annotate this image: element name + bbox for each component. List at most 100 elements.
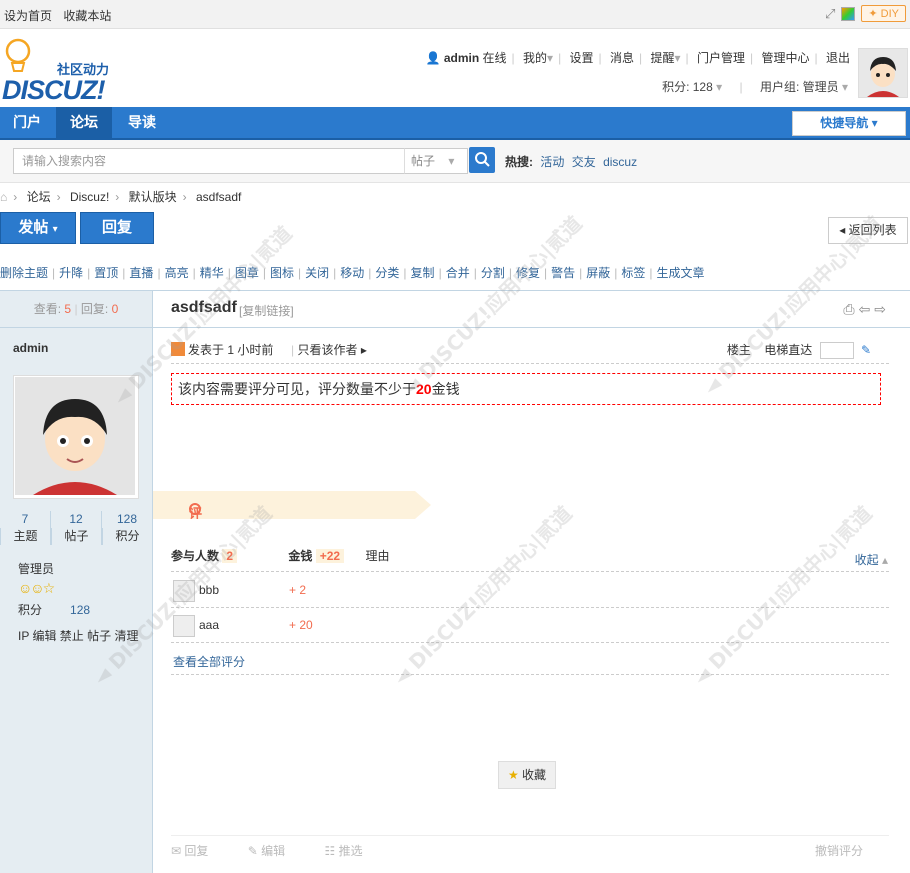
- reply-label: 回复: [184, 844, 209, 858]
- diy-label: DIY: [880, 8, 899, 20]
- separator: |: [52, 266, 56, 280]
- mod-action-link[interactable]: 高亮: [165, 266, 189, 280]
- prev-thread-icon[interactable]: ⇦: [859, 301, 875, 317]
- diy-button[interactable]: ✦ DIY: [861, 5, 906, 22]
- lightbulb-icon: [5, 38, 31, 72]
- separator: |: [122, 266, 126, 280]
- site-logo[interactable]: 社区动力 DISCUZ!: [2, 37, 142, 107]
- settings-link[interactable]: 设置: [570, 51, 594, 65]
- avatar[interactable]: [858, 48, 908, 98]
- rater-avatar[interactable]: [173, 580, 195, 602]
- mod-action-link[interactable]: 合并: [446, 266, 470, 280]
- style-icon[interactable]: [841, 6, 856, 21]
- reply-action[interactable]: ✉ 回复: [171, 844, 226, 858]
- stat-posts[interactable]: 12 帖子: [50, 511, 101, 545]
- collapse-rating-link[interactable]: 收起 ▴: [855, 551, 888, 568]
- mod-action-link[interactable]: 警告: [551, 266, 575, 280]
- thread-title: asdfsadf: [171, 299, 237, 316]
- breadcrumb-item[interactable]: asdfsadf: [196, 190, 241, 204]
- stat-threads[interactable]: 7 主题: [0, 511, 50, 545]
- stat-value: 7: [21, 512, 29, 526]
- fullscreen-icon[interactable]: ⤢: [825, 6, 835, 22]
- favorite-button[interactable]: ★ 收藏: [498, 761, 556, 789]
- floor-jump-input[interactable]: [819, 342, 854, 360]
- mod-action-link[interactable]: 分类: [375, 266, 399, 280]
- mod-action-link[interactable]: 置顶: [94, 266, 118, 280]
- only-author-link[interactable]: | 只看该作者 ▸: [291, 341, 367, 358]
- stat-points[interactable]: 128 积分: [101, 511, 152, 545]
- mod-action-link[interactable]: 分割: [481, 266, 505, 280]
- view-all-ratings-link[interactable]: 查看全部评分: [173, 653, 245, 670]
- edit-label: 编辑: [261, 844, 286, 858]
- reminders-menu[interactable]: 提醒: [651, 51, 675, 65]
- bookmark-link[interactable]: 收藏本站: [63, 9, 111, 23]
- quick-nav-label: 快捷导航: [820, 116, 869, 130]
- mod-action-link[interactable]: 图章: [235, 266, 259, 280]
- breadcrumb-item[interactable]: 默认版块: [129, 190, 177, 204]
- mod-action-link[interactable]: 复制: [411, 266, 435, 280]
- mod-action-link[interactable]: 修复: [516, 266, 540, 280]
- quick-nav-button[interactable]: 快捷导航 ▾: [792, 111, 906, 136]
- next-thread-icon[interactable]: ⇨: [874, 301, 890, 317]
- mod-action-link[interactable]: 移动: [340, 266, 364, 280]
- nav-portal[interactable]: 门户: [0, 107, 54, 138]
- mod-action-link[interactable]: 生成文章: [657, 266, 705, 280]
- portal-admin-link[interactable]: 门户管理: [697, 51, 745, 65]
- search-icon: [475, 152, 490, 167]
- mod-action-link[interactable]: 直播: [129, 266, 153, 280]
- reply-button[interactable]: 回复: [80, 212, 154, 244]
- rating-row: bbb + 2: [171, 573, 889, 608]
- set-home-link[interactable]: 设为首页: [4, 9, 52, 23]
- hot-search-link[interactable]: 交友: [572, 155, 596, 169]
- home-icon[interactable]: ⌂: [0, 190, 7, 204]
- new-post-button[interactable]: 发帖 ▾: [0, 212, 76, 244]
- print-icon[interactable]: ⎙: [843, 301, 858, 317]
- mod-action-link[interactable]: 图标: [270, 266, 294, 280]
- author-group[interactable]: 管理员: [18, 560, 54, 577]
- hot-searches: 热搜: 活动 交友 discuz: [505, 153, 637, 170]
- recommend-action[interactable]: ☷ 推选: [325, 844, 381, 858]
- search-input[interactable]: 请输入搜索内容: [13, 148, 422, 174]
- mod-action-link[interactable]: 屏蔽: [586, 266, 610, 280]
- wrench-icon[interactable]: ✎: [861, 343, 871, 357]
- stat-label: 积分: [102, 528, 152, 545]
- messages-link[interactable]: 消息: [610, 51, 634, 65]
- author-name[interactable]: admin: [13, 341, 48, 355]
- mod-action-link[interactable]: 升降: [59, 266, 83, 280]
- floor-nav: 楼主 电梯直达 ✎: [727, 341, 871, 360]
- mine-menu[interactable]: 我的: [523, 51, 547, 65]
- mod-action-link[interactable]: 关闭: [305, 266, 329, 280]
- post-main: asdfsadf [复制链接] ⎙⇦⇨ 发表于 1 小时前 | 只看该作者 ▸ …: [153, 291, 910, 873]
- mod-action-link[interactable]: 标签: [621, 266, 645, 280]
- separator: |: [543, 266, 548, 280]
- rater-avatar[interactable]: [173, 615, 195, 637]
- rank-icons: ☺☺☆: [18, 580, 55, 597]
- nav-guide[interactable]: 导读: [114, 107, 170, 138]
- nav-forum[interactable]: 论坛: [56, 107, 112, 138]
- points-menu[interactable]: 积分: 128: [662, 80, 713, 94]
- hot-search-link[interactable]: discuz: [603, 155, 637, 169]
- search-type-select[interactable]: 帖子 ▾: [404, 148, 468, 174]
- copy-link[interactable]: [复制链接]: [239, 302, 294, 319]
- edit-action[interactable]: ✎ 编辑: [248, 844, 303, 858]
- username-link[interactable]: admin: [444, 51, 479, 65]
- separator: |: [473, 266, 477, 280]
- search-button[interactable]: [469, 147, 495, 173]
- author-mod-links[interactable]: IP 编辑 禁止 帖子 清理: [18, 627, 138, 644]
- rater-name[interactable]: bbb: [199, 583, 219, 597]
- rater-name[interactable]: aaa: [199, 618, 219, 632]
- back-to-list-button[interactable]: ◂ 返回列表: [828, 217, 908, 244]
- breadcrumb-item[interactable]: Discuz!: [70, 190, 109, 204]
- hot-search-link[interactable]: 活动: [540, 155, 564, 169]
- back-label: 返回列表: [848, 223, 897, 237]
- breadcrumb-item[interactable]: 论坛: [27, 190, 51, 204]
- user-group-menu[interactable]: 用户组: 管理员: [760, 80, 839, 94]
- mod-action-link[interactable]: 精华: [200, 266, 224, 280]
- revoke-rating-link[interactable]: 撤销评分: [815, 836, 863, 866]
- online-status[interactable]: 在线: [483, 51, 507, 65]
- avatar-face-icon: [859, 49, 907, 97]
- logout-link[interactable]: 退出: [826, 51, 850, 65]
- mod-action-link[interactable]: 删除主题: [0, 266, 48, 280]
- admin-center-link[interactable]: 管理中心: [762, 51, 810, 65]
- author-avatar[interactable]: [13, 375, 139, 499]
